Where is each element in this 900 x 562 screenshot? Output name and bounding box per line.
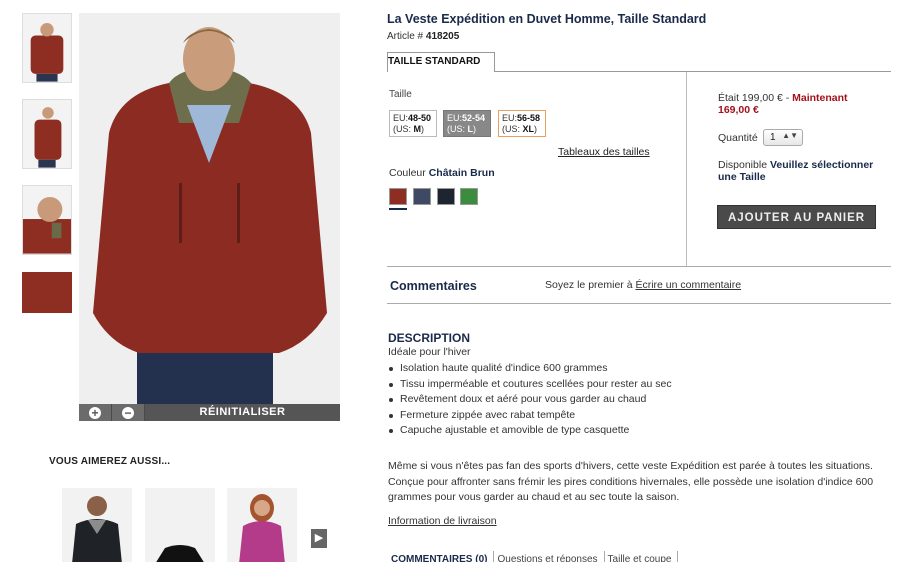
availability-label: Disponible bbox=[718, 159, 770, 171]
article-number: Article # 418205 bbox=[387, 31, 459, 42]
size-us-value: M bbox=[413, 124, 422, 134]
thumbnail-color-swatch[interactable] bbox=[22, 272, 72, 313]
size-eu-prefix: EU: bbox=[447, 113, 463, 123]
recommendation-item[interactable] bbox=[145, 488, 215, 562]
size-us-suffix: ) bbox=[473, 124, 477, 134]
current-price: 169,00 € bbox=[718, 104, 759, 116]
list-item: Isolation haute qualité d'indice 600 gra… bbox=[388, 361, 672, 377]
color-swatch[interactable] bbox=[389, 188, 407, 205]
color-swatch[interactable] bbox=[460, 188, 478, 205]
size-us-prefix: (US: bbox=[447, 124, 468, 134]
main-product-image bbox=[79, 13, 340, 404]
list-item: Fermeture zippée avec rabat tempête bbox=[388, 408, 672, 424]
bottom-tabs: COMMENTAIRES (0) Questions et réponses T… bbox=[388, 551, 679, 562]
article-value: 418205 bbox=[425, 31, 460, 42]
size-us-value: XL bbox=[522, 124, 535, 134]
size-label: Taille bbox=[389, 89, 412, 100]
recommendation-item[interactable] bbox=[62, 488, 132, 562]
size-us-prefix: (US: bbox=[502, 124, 523, 134]
selected-swatch-indicator bbox=[389, 208, 407, 210]
size-chart-link[interactable]: Tableaux des tailles bbox=[558, 146, 650, 158]
add-to-cart-button[interactable]: AJOUTER AU PANIER bbox=[717, 205, 876, 229]
plus-icon: + bbox=[89, 406, 101, 419]
now-label: Maintenant bbox=[792, 92, 848, 104]
tab-standard-fit[interactable]: TAILLE STANDARD bbox=[387, 52, 495, 72]
price-line: Était 199,00 € - Maintenant bbox=[718, 92, 848, 104]
size-eu-value: 56-58 bbox=[517, 113, 541, 123]
tab-divider bbox=[495, 71, 891, 72]
availability: Disponible Veuillez sélectionner une Tai… bbox=[718, 159, 883, 183]
quantity-value: 1 bbox=[770, 132, 776, 143]
also-like-title: VOUS AIMEREZ AUSSI... bbox=[49, 456, 171, 467]
quantity-label: Quantité bbox=[718, 132, 758, 144]
divider bbox=[387, 266, 891, 267]
reset-zoom-button[interactable]: RÉINITIALISER bbox=[145, 404, 340, 421]
tab-size-fit[interactable]: Taille et coupe bbox=[605, 551, 679, 562]
play-arrow-icon[interactable]: ▶ bbox=[311, 529, 327, 548]
description-paragraph: Même si vous n'êtes pas fan des sports d… bbox=[388, 460, 874, 503]
article-prefix: Article # bbox=[387, 31, 426, 42]
stepper-arrows-icon: ▲▼ bbox=[782, 131, 798, 140]
tab-comments[interactable]: COMMENTAIRES (0) bbox=[388, 551, 495, 562]
tab-questions[interactable]: Questions et réponses bbox=[494, 551, 605, 562]
size-eu-value: 52-54 bbox=[462, 113, 486, 123]
size-us-suffix: ) bbox=[534, 124, 538, 134]
color-swatch[interactable] bbox=[437, 188, 455, 205]
comments-cta-text: Soyez le premier à bbox=[545, 279, 636, 291]
size-us-prefix: (US: bbox=[393, 124, 414, 134]
thumbnail-detail[interactable] bbox=[22, 185, 72, 255]
size-eu-prefix: EU: bbox=[393, 113, 409, 123]
color-selected-name: Châtain Brun bbox=[428, 167, 495, 179]
size-option[interactable]: EU:48-50 (US: M) bbox=[389, 110, 437, 137]
color-label-text: Couleur bbox=[389, 167, 429, 179]
color-swatch[interactable] bbox=[413, 188, 431, 205]
shipping-info-link[interactable]: Information de livraison bbox=[388, 515, 497, 527]
comments-cta: Soyez le premier à Écrire un commentaire bbox=[545, 279, 741, 291]
description-subtitle: Idéale pour l'hiver bbox=[388, 346, 471, 358]
size-eu-value: 48-50 bbox=[408, 113, 432, 123]
zoom-out-button[interactable]: − bbox=[112, 404, 145, 421]
list-item: Capuche ajustable et amovible de type ca… bbox=[388, 423, 672, 439]
size-option-selected[interactable]: EU:52-54 (US: L) bbox=[443, 110, 491, 137]
thumbnail-front[interactable] bbox=[22, 13, 72, 83]
quantity-select[interactable]: 1 ▲▼ bbox=[763, 129, 803, 146]
comments-title: Commentaires bbox=[390, 279, 477, 293]
feature-list: Isolation haute qualité d'indice 600 gra… bbox=[388, 361, 672, 439]
thumbnail-side[interactable] bbox=[22, 99, 72, 169]
divider bbox=[387, 303, 891, 304]
color-label: Couleur Châtain Brun bbox=[389, 167, 495, 179]
zoom-in-button[interactable]: + bbox=[79, 404, 112, 421]
product-title: La Veste Expédition en Duvet Homme, Tail… bbox=[387, 12, 707, 26]
description-title: DESCRIPTION bbox=[388, 331, 471, 345]
write-review-link[interactable]: Écrire un commentaire bbox=[635, 279, 741, 291]
recommendation-item[interactable] bbox=[227, 488, 297, 562]
size-option[interactable]: EU:56-58 (US: XL) bbox=[498, 110, 546, 137]
list-item: Revêtement doux et aéré pour vous garder… bbox=[388, 392, 672, 408]
minus-icon: − bbox=[122, 406, 134, 419]
image-zoom-toolbar: + − RÉINITIALISER bbox=[79, 404, 340, 421]
size-us-suffix: ) bbox=[421, 124, 425, 134]
list-item: Tissu imperméable et coutures scellées p… bbox=[388, 377, 672, 393]
size-eu-prefix: EU: bbox=[502, 113, 518, 123]
previous-price: Était 199,00 € - bbox=[718, 92, 793, 104]
column-divider bbox=[686, 72, 687, 266]
